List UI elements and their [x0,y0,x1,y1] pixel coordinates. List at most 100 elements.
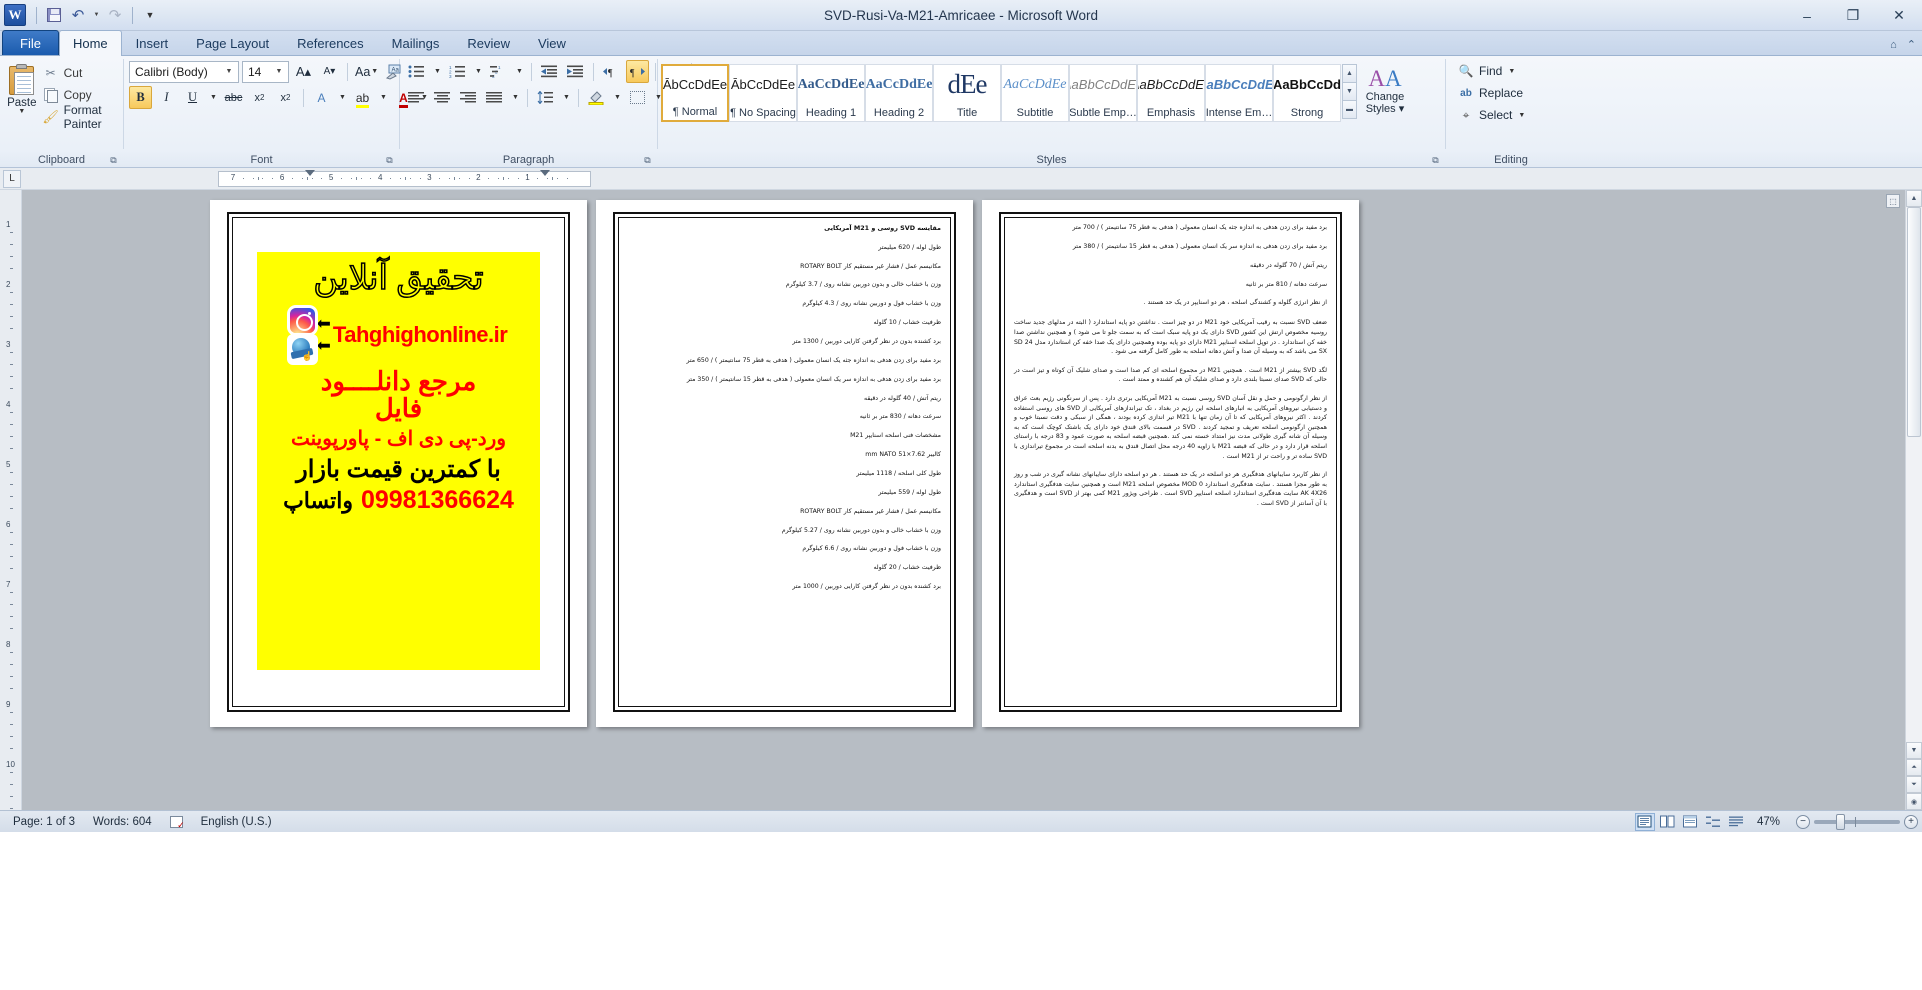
decrease-indent-button[interactable] [538,60,561,83]
proofing-status[interactable] [161,813,192,831]
highlight-button[interactable]: ab [351,86,374,109]
first-line-indent-marker[interactable] [305,170,315,176]
vertical-scrollbar[interactable]: ▲ ▼ ⏶ ⏷ ◉ [1905,190,1922,810]
tab-mailings[interactable]: Mailings [378,30,454,55]
restore-button[interactable]: ❐ [1830,0,1876,31]
zoom-in-button[interactable]: + [1904,814,1918,829]
font-name-combo[interactable]: Calibri (Body) ▼ [129,60,239,83]
tab-references[interactable]: References [283,30,377,55]
scroll-thumb[interactable] [1907,207,1921,437]
tab-page-layout[interactable]: Page Layout [182,30,283,55]
view-print-layout-button[interactable] [1634,812,1655,831]
zoom-slider[interactable]: − + [1796,813,1918,830]
page-3[interactable]: برد مفید برای زدن هدفی به اندازه جثه یک … [982,200,1359,727]
minimize-ribbon-icon[interactable]: ⌃ [1907,38,1916,51]
tab-insert[interactable]: Insert [122,30,183,55]
style-heading-1[interactable]: AaCcDdEe Heading 1 [797,64,865,122]
numbering-dropdown[interactable]: ▼ [472,60,484,83]
language-status[interactable]: English (U.S.) [192,813,281,831]
strikethrough-button[interactable]: abc [222,86,245,109]
undo-button[interactable]: ↶ [67,4,89,26]
close-button[interactable]: ✕ [1876,0,1922,31]
view-draft-button[interactable] [1727,813,1747,831]
styles-scroll-up-button[interactable]: ▲ [1342,64,1357,83]
page-number-status[interactable]: Page: 1 of 3 [4,813,84,831]
style-no-spacing[interactable]: ĀbCcDdEe ¶ No Spacing [729,64,797,122]
style-strong[interactable]: AaBbCcDd Strong [1273,64,1341,122]
font-dialog-launcher[interactable]: ⧉ [384,155,395,166]
page-2[interactable]: مقایسه SVD روسی و M21 آمریکایی طول لوله … [596,200,973,727]
superscript-button[interactable]: x2 [274,86,297,109]
italic-button[interactable]: I [155,86,178,109]
undo-dropdown[interactable]: ▼ [91,4,102,26]
tab-view[interactable]: View [524,30,580,55]
text-effects-dropdown[interactable]: ▼ [336,86,348,109]
subscript-button[interactable]: x2 [248,86,271,109]
style-emphasis[interactable]: AaBbCcDdEe Emphasis [1137,64,1205,122]
page-3-text[interactable]: برد مفید برای زدن هدفی به اندازه جثه یک … [1004,217,1337,707]
tab-file[interactable]: File [2,30,59,55]
highlight-dropdown[interactable]: ▼ [377,86,389,109]
zoom-track[interactable] [1814,813,1900,830]
align-left-button[interactable] [405,86,428,109]
next-page-button[interactable]: ⏷ [1906,776,1922,793]
shading-button[interactable] [585,86,608,109]
change-case-button[interactable]: Aa ▼ [354,60,379,83]
view-web-layout-button[interactable] [1681,813,1701,831]
tab-home[interactable]: Home [58,30,122,56]
horizontal-ruler[interactable]: 7 6 5 4 3 2 1 [218,171,591,187]
view-outline-button[interactable] [1704,813,1724,831]
styles-dialog-launcher[interactable]: ⧉ [1430,155,1441,166]
cut-button[interactable]: ✂ Cut [39,62,118,84]
zoom-level[interactable]: 47% [1750,813,1787,831]
font-size-combo[interactable]: 14 ▼ [242,60,289,83]
save-button[interactable] [43,4,65,26]
styles-scroll-down-button[interactable]: ▼ [1342,82,1357,101]
select-browse-object-button[interactable]: ◉ [1906,793,1922,810]
replace-button[interactable]: ab Replace [1454,82,1529,104]
change-styles-button[interactable]: AA Change Styles ▾ [1357,60,1413,116]
style-intense-emphasis[interactable]: AaBbCcDdEe Intense Em… [1205,64,1273,122]
view-full-screen-reading-button[interactable] [1658,813,1678,831]
zoom-out-button[interactable]: − [1796,814,1810,829]
page-1[interactable]: تحقیق آنلاین ☝ ⬅ ⬅ Tahghighonline.ir مرج… [210,200,587,727]
tab-review[interactable]: Review [453,30,524,55]
line-spacing-dropdown[interactable]: ▼ [560,86,572,109]
underline-dropdown[interactable]: ▼ [207,86,219,109]
align-right-button[interactable] [457,86,480,109]
style-heading-2[interactable]: AaCcDdEe Heading 2 [865,64,933,122]
scroll-down-button[interactable]: ▼ [1906,742,1922,759]
style-subtle-emphasis[interactable]: AaBbCcDdEe Subtle Emp… [1069,64,1137,122]
scroll-up-button[interactable]: ▲ [1906,190,1922,207]
format-painter-button[interactable]: 🖌 Format Painter [39,103,118,131]
tab-stop-selector-button[interactable]: L [3,169,21,188]
shading-dropdown[interactable]: ▼ [611,86,623,109]
borders-button[interactable] [626,86,649,109]
increase-indent-button[interactable] [564,60,587,83]
underline-button[interactable]: U [181,86,204,109]
style-subtitle[interactable]: AaCcDdEe Subtitle [1001,64,1069,122]
scroll-track[interactable] [1906,207,1922,742]
multilevel-list-button[interactable]: 1 2 3 [487,60,510,83]
page-2-text[interactable]: مقایسه SVD روسی و M21 آمریکایی طول لوله … [618,217,951,707]
line-spacing-button[interactable] [534,86,557,109]
vertical-ruler[interactable]: 1 2 3 4 5 6 7 8 9 10 [0,190,22,810]
bullets-dropdown[interactable]: ▼ [431,60,443,83]
shrink-font-button[interactable]: A▾ [318,60,341,83]
customize-quick-access-button[interactable]: ▼ [139,4,161,26]
help-icon[interactable]: ⌂ [1890,39,1897,51]
zoom-thumb[interactable] [1836,813,1845,830]
word-count-status[interactable]: Words: 604 [84,813,161,831]
previous-page-button[interactable]: ⏶ [1906,759,1922,776]
styles-more-button[interactable]: ▬ [1342,100,1357,119]
clipboard-dialog-launcher[interactable]: ⧉ [108,155,119,166]
redo-button[interactable]: ↷ [104,4,126,26]
right-indent-marker[interactable] [540,170,550,176]
justify-button[interactable] [483,86,506,109]
ltr-button[interactable]: ¶ [600,60,623,83]
minimize-button[interactable]: – [1784,0,1830,31]
justify-dropdown[interactable]: ▼ [509,86,521,109]
find-button[interactable]: 🔍 Find ▼ [1454,60,1521,82]
align-center-button[interactable] [431,86,454,109]
paragraph-dialog-launcher[interactable]: ⧉ [642,155,653,166]
